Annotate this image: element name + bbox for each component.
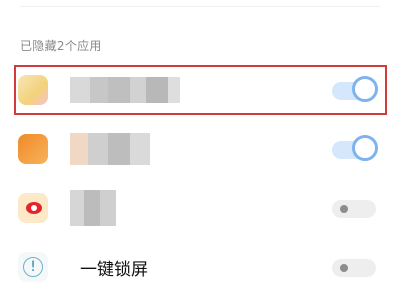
app-row-2[interactable] bbox=[0, 121, 400, 177]
hidden-apps-count-label: 已隐藏2个应用 bbox=[20, 39, 102, 53]
app-icon-orange bbox=[18, 134, 48, 164]
app-name-blurred bbox=[70, 133, 150, 165]
app-name-blurred bbox=[70, 190, 116, 226]
app-name: 一键锁屏 bbox=[80, 260, 148, 280]
app-4-hide-toggle[interactable] bbox=[332, 259, 376, 277]
app-row-4[interactable]: ! 一键锁屏 bbox=[0, 239, 400, 295]
toggle-knob bbox=[340, 264, 348, 272]
app-row-3[interactable] bbox=[0, 180, 400, 236]
app-2-hide-toggle[interactable] bbox=[332, 135, 378, 161]
toggle-knob bbox=[352, 135, 378, 161]
app-3-hide-toggle[interactable] bbox=[332, 200, 376, 218]
highlight-box bbox=[14, 65, 387, 115]
toggle-knob bbox=[340, 205, 348, 213]
weibo-icon bbox=[18, 193, 48, 223]
top-divider bbox=[20, 0, 380, 7]
lock-screen-icon: ! bbox=[18, 252, 48, 282]
